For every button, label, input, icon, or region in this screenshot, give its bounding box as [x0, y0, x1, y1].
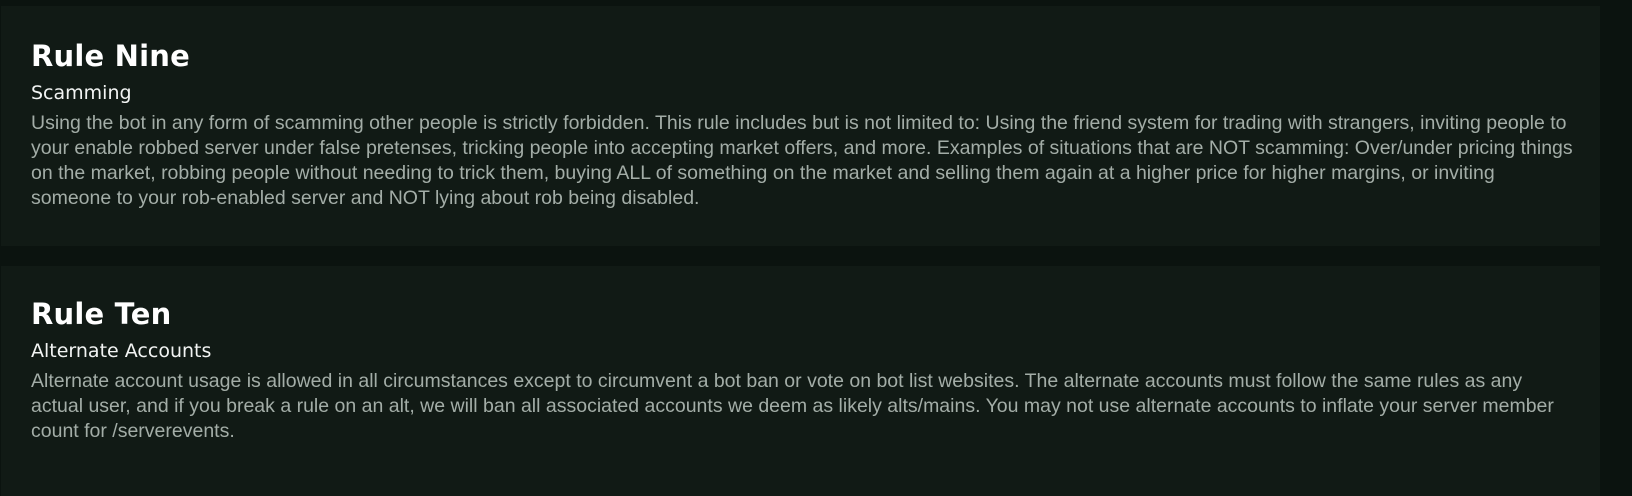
rule-description: Alternate account usage is allowed in al…: [31, 370, 1554, 442]
rules-list: Rule Nine Scamming Using the bot in any …: [0, 0, 1632, 496]
rule-card-ten: Rule Ten Alternate Accounts Alternate ac…: [1, 266, 1600, 496]
rule-subtitle: Alternate Accounts: [31, 340, 212, 362]
rule-card-nine: Rule Nine Scamming Using the bot in any …: [1, 6, 1600, 246]
rule-description: Using the bot in any form of scamming ot…: [31, 112, 1573, 209]
rule-title: Rule Ten: [31, 297, 172, 331]
rule-subtitle: Scamming: [31, 82, 132, 104]
rule-title: Rule Nine: [31, 39, 191, 73]
